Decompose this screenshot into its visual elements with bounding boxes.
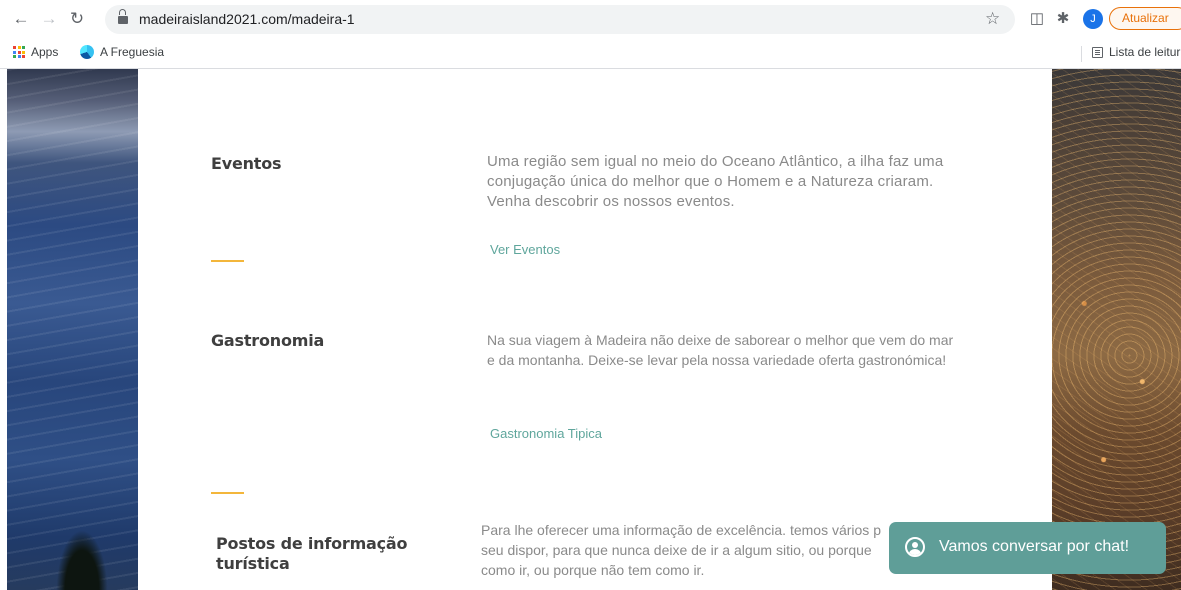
user-icon bbox=[905, 537, 925, 557]
reading-list-button[interactable]: Lista de leitur bbox=[1092, 45, 1180, 59]
bookmarks-bar: Apps A Freguesia Lista de leitur bbox=[0, 38, 1181, 69]
accent-divider bbox=[211, 492, 244, 494]
city-night-photo bbox=[1052, 69, 1181, 590]
bookmark-star-icon[interactable]: ☆ bbox=[985, 9, 1000, 29]
bookmark-label: Apps bbox=[31, 45, 59, 59]
extension-icon[interactable]: ◫ bbox=[1028, 10, 1046, 28]
section-title-eventos: Eventos bbox=[211, 154, 282, 173]
link-gastronomia-tipica[interactable]: Gastronomia Tipica bbox=[490, 426, 602, 441]
page-content: Eventos Uma região sem igual no meio do … bbox=[0, 69, 1181, 590]
tree-silhouette bbox=[52, 520, 112, 590]
accent-divider bbox=[211, 260, 244, 262]
update-button[interactable]: Atualizar bbox=[1109, 7, 1181, 30]
url-text[interactable]: madeiraisland2021.com/madeira-1 bbox=[139, 11, 355, 27]
ocean-photo bbox=[7, 69, 138, 590]
forward-arrow-icon[interactable]: → bbox=[39, 9, 59, 29]
lock-icon[interactable] bbox=[118, 9, 128, 24]
link-ver-eventos[interactable]: Ver Eventos bbox=[490, 242, 560, 257]
section-text-eventos: Uma região sem igual no meio do Oceano A… bbox=[487, 153, 944, 210]
bookmark-a-freguesia[interactable]: A Freguesia bbox=[80, 45, 164, 59]
chat-button[interactable]: Vamos conversar por chat! bbox=[889, 522, 1166, 574]
apps-grid-icon bbox=[13, 46, 25, 58]
update-button-label: Atualizar bbox=[1122, 11, 1169, 25]
bookmark-separator bbox=[1081, 46, 1082, 62]
reading-list-icon bbox=[1092, 46, 1103, 58]
chat-button-label: Vamos conversar por chat! bbox=[939, 538, 1130, 555]
bookmark-label: A Freguesia bbox=[100, 45, 165, 59]
reload-icon[interactable]: ↻ bbox=[67, 9, 87, 29]
section-title-gastronomia: Gastronomia bbox=[211, 331, 325, 350]
back-arrow-icon[interactable]: ← bbox=[11, 9, 31, 29]
browser-toolbar: ← → ↻ madeiraisland2021.com/madeira-1 ☆ … bbox=[0, 0, 1181, 38]
address-bar[interactable]: madeiraisland2021.com/madeira-1 ☆ bbox=[105, 5, 1015, 34]
edge-icon bbox=[80, 45, 94, 59]
extensions-puzzle-icon[interactable]: ✱ bbox=[1054, 10, 1072, 28]
section-text-postos: Para lhe oferecer uma informação de exce… bbox=[481, 522, 881, 578]
profile-avatar[interactable]: J bbox=[1083, 9, 1103, 29]
reading-list-label: Lista de leitur bbox=[1109, 45, 1181, 59]
section-title-postos: Postos de informação turística bbox=[216, 534, 408, 573]
section-text-gastronomia: Na sua viagem à Madeira não deixe de sab… bbox=[487, 332, 954, 368]
bookmark-apps[interactable]: Apps bbox=[13, 45, 58, 59]
